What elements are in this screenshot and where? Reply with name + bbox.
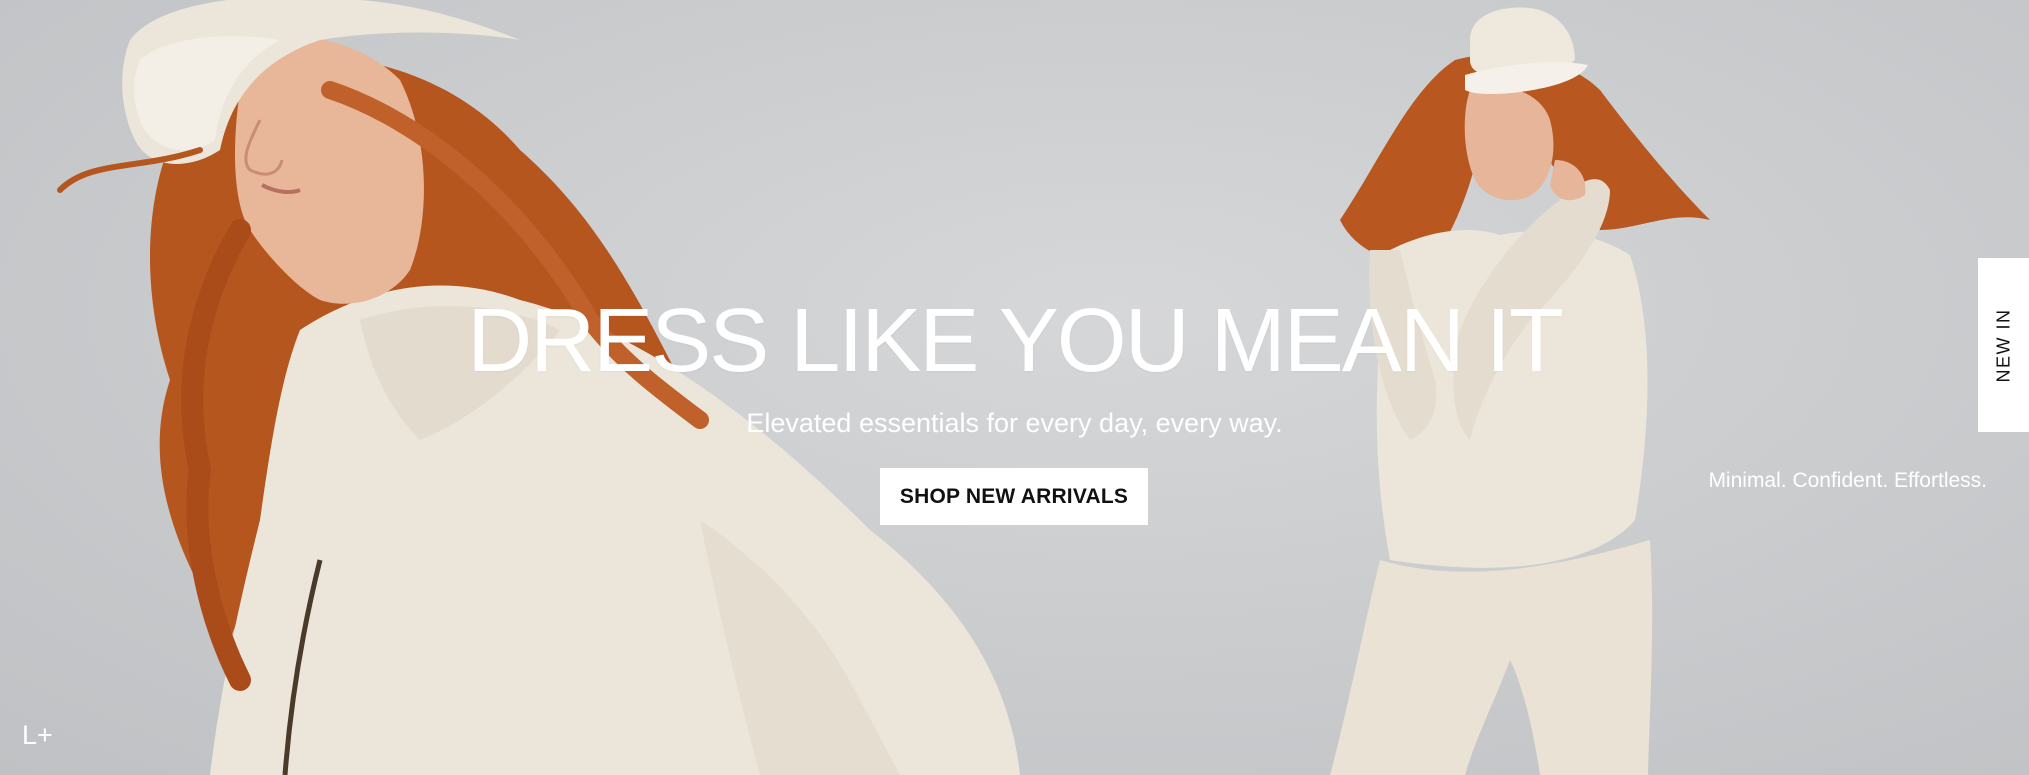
hero-subheadline: Elevated essentials for every day, every… — [746, 408, 1283, 438]
new-in-side-tab[interactable]: NEW IN — [1978, 258, 2029, 432]
hero-headline: DRESS LIKE YOU MEAN IT — [467, 291, 1564, 391]
new-in-tab-label: NEW IN — [1993, 308, 2013, 382]
shop-new-arrivals-button[interactable]: SHOP NEW ARRIVALS — [880, 468, 1148, 525]
hero-tagline: Minimal. Confident. Effortless. — [1708, 469, 1987, 492]
brand-logo[interactable]: L+ — [22, 722, 53, 749]
hero-banner: DRESS LIKE YOU MEAN IT Elevated essentia… — [0, 0, 2029, 775]
